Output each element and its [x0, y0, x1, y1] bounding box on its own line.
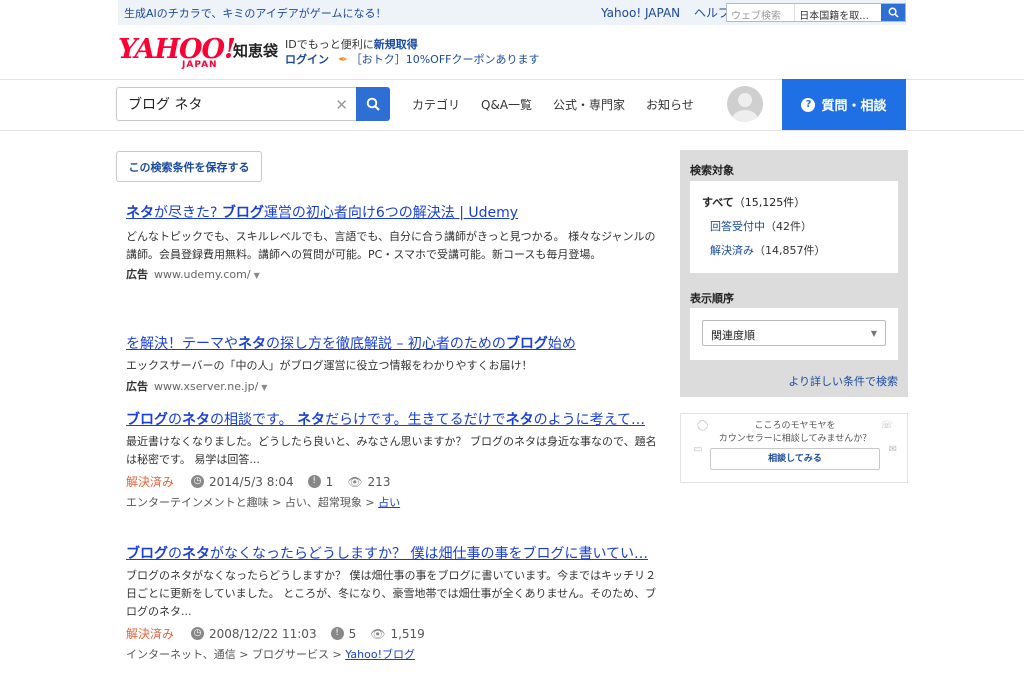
web-search-button[interactable]	[881, 4, 905, 21]
counseling-banner: ◯ ▭ ☏ ✉ こころのモヤモヤを カウンセラーに相談してみませんか？ 相談して…	[680, 413, 908, 483]
ad-url[interactable]: www.udemy.com/	[154, 268, 251, 281]
service-name[interactable]: 知恵袋	[233, 40, 278, 61]
advanced-search-link[interactable]: より詳しい条件で検索	[788, 373, 898, 389]
main-nav: カテゴリ Q&A一覧 公式・専門家 お知らせ	[412, 96, 715, 113]
answer-icon: !	[307, 475, 321, 488]
yahoo-japan-link[interactable]: Yahoo! JAPAN	[601, 6, 680, 20]
search-button[interactable]	[356, 87, 390, 121]
nav-divider	[0, 130, 1024, 131]
search-icon	[366, 97, 380, 111]
ad-meta: 広告 www.udemy.com/▼	[126, 266, 666, 282]
qa-result: ブログのネタの相談です。 ネタだらけです。生きてるだけでネタのように考えて… 最…	[126, 411, 666, 545]
user-icon	[732, 93, 758, 122]
result-title[interactable]: ブログのネタの相談です。 ネタだらけです。生きてるだけでネタのように考えて…	[126, 412, 645, 428]
status-badge: 解決済み	[126, 475, 175, 489]
top-strip: 生成AIのチカラで、キミのアイデアがゲームになる！ Yahoo! JAPAN ヘ…	[118, 0, 906, 25]
nav-qa-list[interactable]: Q&A一覧	[481, 96, 532, 113]
filter-open[interactable]: 回答受付中（42件）	[702, 215, 898, 239]
sort-select[interactable]: 関連度順 ▼	[702, 320, 886, 346]
login-link[interactable]: ログイン	[285, 53, 329, 66]
save-search-button[interactable]: この検索条件を保存する	[116, 151, 262, 182]
result-stats: 解決済み ◷ 2008/12/22 11:03 ! 5 👁 1,519	[126, 625, 666, 642]
category-path: エンターテインメントと趣味 > 占い、超常現象 >	[126, 496, 379, 509]
result-snippet: 最近書けなくなりました。どうしたら良いと、みなさん思いますか？ ブログのネタは身…	[126, 435, 657, 466]
ad-meta: 広告 www.xserver.ne.jp/▼	[126, 378, 666, 394]
view-count: 213	[367, 474, 391, 489]
avatar[interactable]	[727, 86, 763, 122]
ask-question-label: 質問・相談	[821, 99, 887, 114]
coupon-icon: ✒	[338, 53, 348, 66]
answer-count: 5	[348, 626, 357, 641]
qa-result: ブログのネタがなくなったらどうしますか？ 僕は畑仕事の事をブログに書いてい… ブ…	[126, 545, 666, 662]
results-list: ネタが尽きた? ブログ運営の初心者向け6つの解決法 | Udemy どんなトピッ…	[126, 204, 666, 662]
sort-value: 関連度順	[711, 329, 755, 342]
promo-link[interactable]: 生成AIのチカラで、キミのアイデアがゲームになる！	[124, 5, 386, 21]
web-search-box: ウェブ検索 日本国籍を取...	[726, 3, 906, 22]
clear-icon[interactable]: ✕	[335, 96, 348, 114]
search-icon	[888, 7, 899, 18]
post-date: 2014/5/3 8:04	[209, 474, 294, 489]
ask-question-button[interactable]: ? 質問・相談	[782, 79, 906, 130]
result-title[interactable]: を解決！テーマやネタの探し方を徹底解説 – 初心者のためのブログ始め	[126, 336, 576, 352]
ad-label: 広告	[126, 268, 148, 281]
coupon-link[interactable]: ［おトク］10%OFFクーポンあります	[351, 53, 540, 66]
web-search-input[interactable]: ウェブ検索	[727, 4, 794, 21]
clock-icon: ◷	[191, 627, 205, 640]
web-search-scope[interactable]: 日本国籍を取...	[794, 4, 881, 21]
caret-down-icon[interactable]: ▼	[261, 383, 267, 392]
help-link[interactable]: ヘルプ	[694, 6, 730, 20]
result-stats: 解決済み ◷ 2014/5/3 8:04 ! 1 👁 213	[126, 473, 666, 490]
status-badge: 解決済み	[126, 627, 175, 641]
search-input[interactable]: ブログ ネタ ✕	[116, 87, 356, 121]
counseling-button[interactable]: 相談してみる	[710, 448, 880, 470]
nav-official[interactable]: 公式・専門家	[553, 96, 625, 113]
category-breadcrumb: インターネット、通信 > ブログサービス > Yahoo!ブログ	[126, 646, 666, 662]
filter-all[interactable]: すべて（15,125件）	[702, 191, 898, 215]
ad-label: 広告	[126, 380, 148, 393]
yahoo-logo[interactable]: YAHOO! JAPAN	[118, 36, 236, 71]
answer-count: 1	[325, 474, 334, 489]
ad-result: ネタが尽きた? ブログ運営の初心者向け6つの解決法 | Udemy どんなトピッ…	[126, 204, 666, 335]
filter-heading: 検索対象	[690, 164, 734, 177]
answer-icon: !	[330, 627, 344, 640]
filter-resolved[interactable]: 解決済み（14,857件）	[702, 239, 898, 263]
view-count: 1,519	[390, 626, 425, 641]
ad-result: を解決！テーマやネタの探し方を徹底解説 – 初心者のためのブログ始め エックスサ…	[126, 335, 666, 411]
filter-options: すべて（15,125件） 回答受付中（42件） 解決済み（14,857件）	[690, 181, 898, 273]
category-path: インターネット、通信 > ブログサービス >	[126, 648, 346, 661]
login-box: IDでもっと便利に新規取得 ログイン ✒ ［おトク］10%OFFクーポンあります	[285, 37, 539, 67]
sort-heading: 表示順序	[690, 292, 734, 305]
category-breadcrumb: エンターテインメントと趣味 > 占い、超常現象 > 占い	[126, 494, 666, 510]
chiebukuro-search: ブログ ネタ ✕	[116, 87, 390, 121]
result-snippet: エックスサーバーの「中の人」がブログ運営に役立つ情報をわかりやすくお届け！	[126, 359, 533, 372]
search-value: ブログ ネタ	[128, 97, 203, 113]
result-title[interactable]: ブログのネタがなくなったらどうしますか？ 僕は畑仕事の事をブログに書いてい…	[126, 546, 648, 562]
nav-category[interactable]: カテゴリ	[412, 96, 460, 113]
post-date: 2008/12/22 11:03	[209, 626, 317, 641]
register-link[interactable]: 新規取得	[374, 38, 418, 51]
category-link[interactable]: Yahoo!ブログ	[345, 648, 415, 661]
eye-icon: 👁	[370, 626, 386, 641]
chevron-down-icon: ▼	[870, 329, 877, 338]
caret-down-icon[interactable]: ▼	[254, 271, 260, 280]
result-title[interactable]: ネタが尽きた? ブログ運営の初心者向け6つの解決法 | Udemy	[126, 205, 518, 221]
nav-news[interactable]: お知らせ	[646, 96, 694, 113]
clock-icon: ◷	[191, 475, 205, 488]
category-link[interactable]: 占い	[378, 496, 400, 509]
counseling-text: こころのモヤモヤを カウンセラーに相談してみませんか？	[718, 421, 872, 444]
top-links: Yahoo! JAPAN ヘルプ	[601, 4, 740, 21]
ad-url[interactable]: www.xserver.ne.jp/	[154, 380, 258, 393]
sort-box: 関連度順 ▼	[690, 308, 898, 360]
result-snippet: ブログのネタがなくなったらどうしますか？ 僕は畑仕事の事をブログに書いています。…	[126, 569, 657, 618]
eye-icon: 👁	[347, 474, 363, 489]
search-filter-panel: 検索対象 すべて（15,125件） 回答受付中（42件） 解決済み（14,857…	[680, 150, 908, 397]
result-snippet: どんなトピックでも、スキルレベルでも、言語でも、自分に合う講師がきっと見つかる。…	[126, 230, 656, 261]
question-icon: ?	[801, 97, 816, 112]
login-prompt: IDでもっと便利に	[285, 38, 374, 51]
